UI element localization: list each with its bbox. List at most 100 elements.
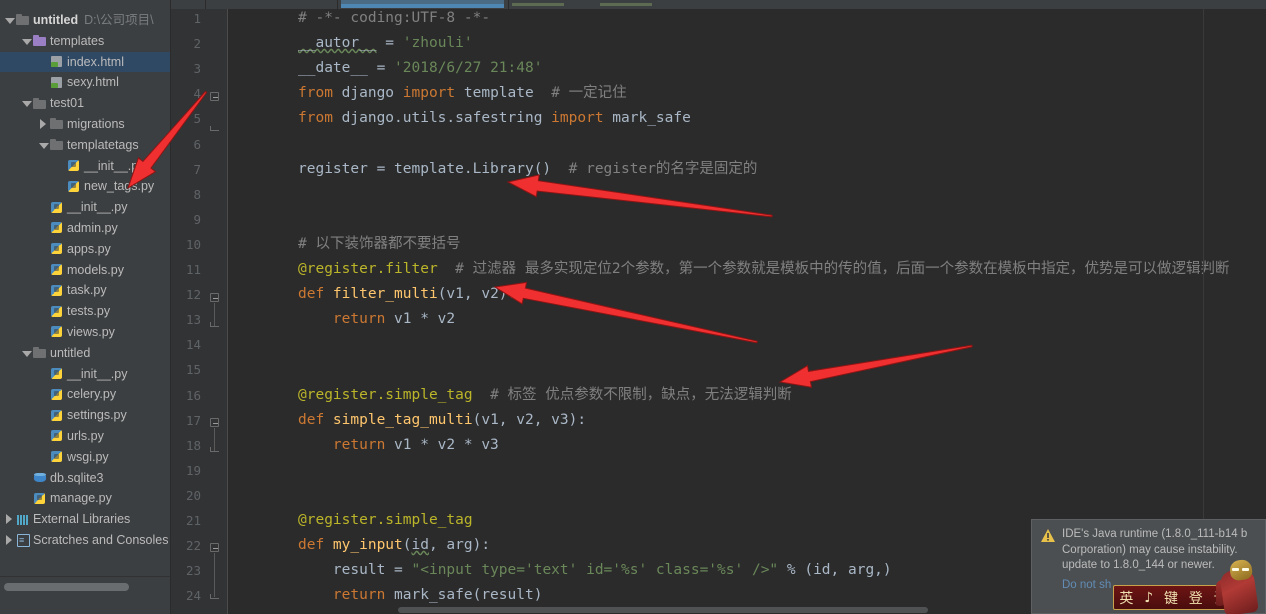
twisty-open-icon[interactable]: [38, 140, 49, 151]
code-token: (: [402, 537, 412, 554]
tree-node-db-sqlite3[interactable]: db.sqlite3: [0, 468, 170, 489]
tree-node-label: db.sqlite3: [50, 470, 104, 485]
tree-node-label: urls.py: [67, 428, 104, 443]
tree-node-templates[interactable]: templates: [0, 31, 170, 52]
code-token: (v1, v2, v3):: [472, 411, 587, 428]
fold-marker-imports[interactable]: [210, 92, 219, 101]
tree-node-views-py[interactable]: views.py: [0, 322, 170, 343]
ime-button-0[interactable]: 英: [1119, 588, 1133, 608]
tree-node-celery-py[interactable]: celery.py: [0, 384, 170, 405]
tree-node-label: untitled: [33, 13, 79, 27]
code-token: # 一定记住: [551, 85, 627, 102]
code-token: =: [367, 60, 395, 77]
tree-node-task-py[interactable]: task.py: [0, 280, 170, 301]
tree-node-new-tags-py[interactable]: new_tags.py: [0, 176, 170, 197]
twisty-open-icon[interactable]: [4, 15, 15, 26]
line-number: 9: [193, 211, 201, 227]
tree-node--init-py[interactable]: __init__.py: [0, 364, 170, 385]
folder-icon: [50, 138, 64, 152]
line-number: 16: [185, 387, 201, 403]
do-not-show-link[interactable]: Do not sh: [1062, 579, 1111, 591]
fold-end-filter-multi: [210, 322, 219, 327]
ime-button-2[interactable]: 键: [1164, 588, 1178, 608]
fold-marker-filter-multi[interactable]: [210, 293, 219, 302]
tab-separator: [205, 0, 206, 9]
ime-button-1[interactable]: ♪: [1144, 590, 1153, 606]
pycharm-window: untitled D:\公司项目\ templates index.html sexy.…: [0, 0, 1266, 614]
code-token: mark_safe: [612, 110, 691, 127]
twisty-open-icon[interactable]: [21, 36, 32, 47]
tree-node-settings-py[interactable]: settings.py: [0, 405, 170, 426]
code-token: (v1, v2):: [437, 286, 517, 303]
fold-marker-simple-tag-multi[interactable]: [210, 418, 219, 427]
python-file-icon: [50, 388, 64, 402]
tree-node-apps-py[interactable]: apps.py: [0, 239, 170, 260]
tree-node-sexy-html[interactable]: sexy.html: [0, 72, 170, 93]
python-file-icon: [67, 159, 81, 173]
tree-node-wsgi-py[interactable]: wsgi.py: [0, 447, 170, 468]
python-file-icon: [50, 221, 64, 235]
tab-separator: [337, 0, 338, 9]
tree-node-scratches-and-consoles[interactable]: Scratches and Consoles: [0, 530, 170, 551]
twisty-open-icon[interactable]: [21, 348, 32, 359]
twisty-closed-icon[interactable]: [38, 118, 49, 130]
twisty-open-icon[interactable]: [21, 98, 32, 109]
tree-node-external-libraries[interactable]: External Libraries: [0, 509, 170, 530]
ime-button-3[interactable]: 登: [1189, 588, 1203, 608]
scrollbar-thumb[interactable]: [398, 607, 928, 613]
tree-node-migrations[interactable]: migrations: [0, 114, 170, 135]
code-line: register = template.Library() # register…: [298, 157, 757, 182]
line-number: 15: [185, 362, 201, 378]
python-file-icon: [50, 325, 64, 339]
tree-node-label: test01: [50, 96, 85, 111]
tree-node--init-py[interactable]: __init__.py: [0, 156, 170, 177]
python-file-icon: [50, 263, 64, 277]
tree-node-index-html[interactable]: index.html: [0, 51, 170, 73]
fold-marker-my-input[interactable]: [210, 543, 219, 552]
code-token: filter_multi: [332, 286, 438, 303]
database-icon: [33, 471, 47, 485]
tree-node-untitled[interactable]: untitled D:\公司项目\: [0, 10, 170, 31]
tree-node-test01[interactable]: test01: [0, 93, 170, 114]
twisty-closed-icon[interactable]: [4, 534, 15, 546]
tab-separator: [508, 0, 509, 9]
code-token: from: [298, 110, 342, 127]
line-number: 14: [185, 337, 201, 353]
project-tree[interactable]: untitled D:\公司项目\ templates index.html sexy.…: [0, 9, 170, 551]
editor-tab-strip[interactable]: [0, 0, 1266, 9]
code-line: from django.utils.safestring import mark…: [298, 106, 691, 131]
twisty-closed-icon[interactable]: [4, 514, 15, 525]
tree-node-admin-py[interactable]: admin.py: [0, 218, 170, 239]
tree-node-models-py[interactable]: models.py: [0, 260, 170, 281]
tree-node-untitled[interactable]: untitled: [0, 343, 170, 364]
line-numbers: 1 2 3 4 5 6 7 8 9 10 11 12 13 14 15 16 17 18 19 20 21 22 23 24: [171, 9, 205, 605]
tree-node-templatetags[interactable]: templatetags: [0, 135, 170, 156]
code-folding-gutter[interactable]: [205, 9, 227, 614]
code-token: result =: [298, 562, 412, 579]
tree-node-tests-py[interactable]: tests.py: [0, 301, 170, 322]
scrollbar-thumb[interactable]: [4, 583, 129, 591]
line-number: 8: [193, 186, 201, 202]
sidebar-horizontal-scrollbar[interactable]: [0, 576, 170, 595]
code-token: % (id, arg,): [778, 562, 892, 579]
tree-node--init-py[interactable]: __init__.py: [0, 197, 170, 218]
tree-node-manage-py[interactable]: manage.py: [0, 488, 170, 509]
line-number: 12: [185, 287, 201, 303]
project-tool-window[interactable]: untitled D:\公司项目\ templates index.html sexy.…: [0, 9, 170, 595]
python-file-icon: [50, 409, 64, 423]
desktop-mascot-widget[interactable]: [1216, 558, 1266, 614]
tree-node-label: __init__.py: [67, 366, 128, 381]
code-token: v1 * v2 * v3: [394, 436, 499, 453]
tree-node-label: settings.py: [67, 408, 127, 423]
folder-icon: [50, 117, 64, 131]
tree-node-label: migrations: [67, 116, 125, 131]
tree-node-urls-py[interactable]: urls.py: [0, 426, 170, 447]
fold-line: [214, 553, 215, 597]
